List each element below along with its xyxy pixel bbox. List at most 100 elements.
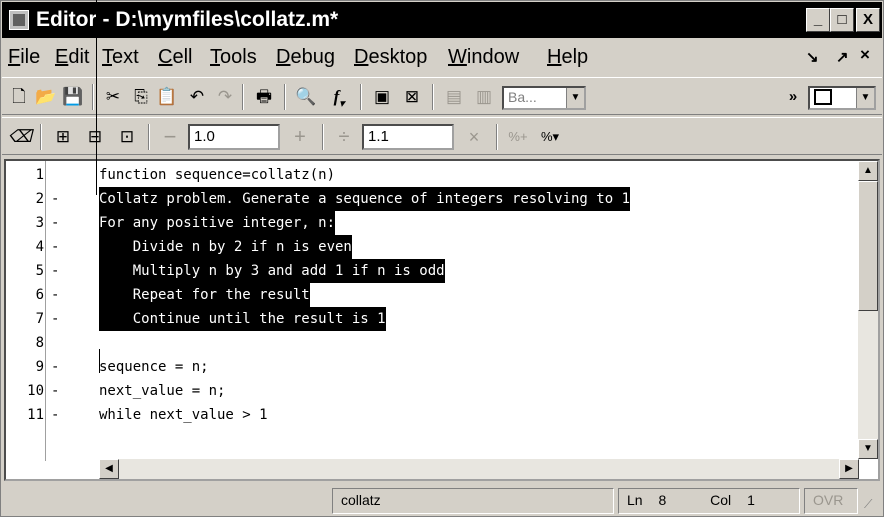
line-number: 10: [27, 383, 44, 399]
chevron-down-icon[interactable]: ▼: [856, 88, 874, 108]
code-line[interactable]: For any positive integer, n:: [99, 211, 336, 235]
cell-toolbar: ⌫ ⊞ ⊟ ⊡ − 1.0 + ÷ 1.1 × %+ %▾: [2, 117, 882, 155]
decrement-value-field[interactable]: 1.0: [188, 124, 280, 150]
undock-icon[interactable]: ↗: [836, 48, 849, 66]
cut-icon[interactable]: ✂: [102, 85, 124, 109]
scroll-down-icon[interactable]: ▼: [858, 439, 878, 459]
increment-icon[interactable]: +: [288, 125, 312, 149]
copy-icon[interactable]: ⎘: [130, 85, 152, 109]
decrement-icon[interactable]: −: [158, 125, 182, 149]
resize-grip-icon[interactable]: ⟋: [864, 497, 872, 512]
breakpoint-marker[interactable]: -: [51, 403, 59, 427]
editor-app-icon[interactable]: [9, 10, 29, 30]
menu-tools[interactable]: Tools: [210, 46, 257, 69]
code-line[interactable]: next_value = n;: [99, 379, 225, 403]
menu-desktop[interactable]: Desktop: [354, 46, 427, 69]
dock-icon[interactable]: ↘: [806, 48, 819, 66]
toolbar-separator: [92, 84, 94, 110]
breakpoint-marker[interactable]: -: [51, 307, 59, 331]
print-icon[interactable]: 🖶: [252, 85, 276, 109]
code-line[interactable]: Collatz problem. Generate a sequence of …: [99, 187, 631, 211]
more-tools-icon[interactable]: »: [784, 85, 802, 109]
code-editor[interactable]: 1 2 3 4 5 6 7 8 9 10 11 --------- function sequenc…: [4, 159, 880, 481]
horizontal-scrollbar[interactable]: ◀ ▶: [99, 459, 859, 479]
step-in-icon[interactable]: ▥: [472, 85, 496, 109]
scroll-right-icon[interactable]: ▶: [839, 459, 859, 479]
toolbar-separator: [360, 84, 362, 110]
menu-help[interactable]: Help: [547, 46, 588, 69]
maximize-button[interactable]: □: [830, 8, 854, 32]
line-number-gutter: 1 2 3 4 5 6 7 8 9 10 11: [6, 161, 46, 461]
divide-icon[interactable]: ÷: [332, 125, 356, 149]
menu-edit[interactable]: Edit: [55, 46, 89, 69]
status-bar: collatz Ln 8 Col 1 OVR ⟋: [2, 485, 882, 517]
open-file-icon[interactable]: 📂: [34, 85, 58, 109]
function-icon[interactable]: f▾: [326, 85, 352, 109]
save-icon[interactable]: 💾: [62, 85, 84, 109]
evaluate-and-advance-icon[interactable]: ⊡: [114, 125, 140, 149]
window-layout-combo[interactable]: ▼: [808, 86, 876, 110]
breakpoint-column[interactable]: ---------: [47, 161, 67, 461]
decrement-percent-icon[interactable]: %▾: [536, 125, 564, 149]
stack-combo[interactable]: Ba... ▼: [502, 86, 586, 110]
line-number: 2: [35, 191, 44, 207]
line-number: 11: [27, 407, 44, 423]
scroll-left-icon[interactable]: ◀: [99, 459, 119, 479]
breakpoint-marker[interactable]: -: [51, 379, 59, 403]
multiply-icon[interactable]: ×: [462, 125, 486, 149]
line-number: 1: [35, 167, 44, 183]
current-function: collatz: [332, 488, 614, 514]
code-line[interactable]: while next_value > 1: [99, 403, 268, 427]
col-label: Col: [710, 492, 732, 508]
window-title: Editor - D:\mymfiles\collatz.m*: [36, 8, 339, 31]
scroll-up-icon[interactable]: ▲: [858, 161, 878, 181]
vertical-scroll-thumb[interactable]: [858, 181, 878, 311]
eval-cell-icon[interactable]: ⌫: [8, 125, 32, 149]
paste-icon[interactable]: 📋: [156, 85, 178, 109]
code-line[interactable]: sequence = n;: [99, 355, 209, 379]
single-window-icon: [814, 89, 832, 105]
insert-cell-break-icon[interactable]: ⊞: [50, 125, 76, 149]
code-line[interactable]: Divide n by 2 if n is even: [99, 235, 352, 259]
col-value: 1: [747, 492, 755, 508]
breakpoint-marker[interactable]: -: [51, 211, 59, 235]
code-line[interactable]: Continue until the result is 1: [99, 307, 386, 331]
code-line[interactable]: Repeat for the result: [99, 283, 310, 307]
menu-window[interactable]: Window: [448, 46, 519, 69]
redo-icon[interactable]: ↷: [214, 85, 236, 109]
divide-value-field[interactable]: 1.1: [362, 124, 454, 150]
ln-value: 8: [658, 492, 667, 508]
chevron-down-icon[interactable]: ▼: [566, 88, 584, 108]
menu-debug[interactable]: Debug: [276, 46, 335, 69]
breakpoint-marker[interactable]: -: [51, 187, 59, 211]
close-editor-icon[interactable]: ×: [860, 45, 870, 65]
code-line[interactable]: Multiply n by 3 and add 1 if n is odd: [99, 259, 445, 283]
menu-cell[interactable]: Cell: [158, 46, 192, 69]
code-line[interactable]: function sequence=collatz(n): [99, 163, 335, 187]
breakpoint-marker[interactable]: -: [51, 283, 59, 307]
breakpoint-marker[interactable]: -: [51, 235, 59, 259]
stack-combo-value: Ba...: [508, 89, 537, 105]
ln-label: Ln: [627, 492, 643, 508]
close-button[interactable]: X: [856, 8, 880, 32]
menu-bar: File Edit Text Cell Tools Debug Desktop …: [2, 39, 882, 75]
new-file-icon[interactable]: 🗋: [8, 85, 30, 109]
menu-file[interactable]: File: [8, 46, 40, 69]
clear-breakpoint-icon[interactable]: ⊠: [400, 85, 424, 109]
set-breakpoint-icon[interactable]: ▣: [370, 85, 394, 109]
vertical-scrollbar[interactable]: ▲ ▼: [858, 161, 878, 459]
line-number: 6: [35, 287, 44, 303]
increment-percent-icon[interactable]: %+: [504, 125, 532, 149]
breakpoint-marker[interactable]: -: [51, 355, 59, 379]
menu-text[interactable]: Text: [102, 46, 139, 69]
breakpoint-marker[interactable]: -: [51, 259, 59, 283]
title-bar[interactable]: Editor - D:\mymfiles\collatz.m* _ □ X: [2, 2, 882, 38]
find-icon[interactable]: 🔍: [294, 85, 318, 109]
toolbar-separator: [40, 124, 42, 150]
minimize-button[interactable]: _: [806, 8, 830, 32]
line-number: 9: [35, 359, 44, 375]
toolbar-separator: [496, 124, 498, 150]
undo-icon[interactable]: ↶: [186, 85, 208, 109]
step-icon[interactable]: ▤: [442, 85, 466, 109]
next-cell-icon[interactable]: ⊟: [82, 125, 108, 149]
